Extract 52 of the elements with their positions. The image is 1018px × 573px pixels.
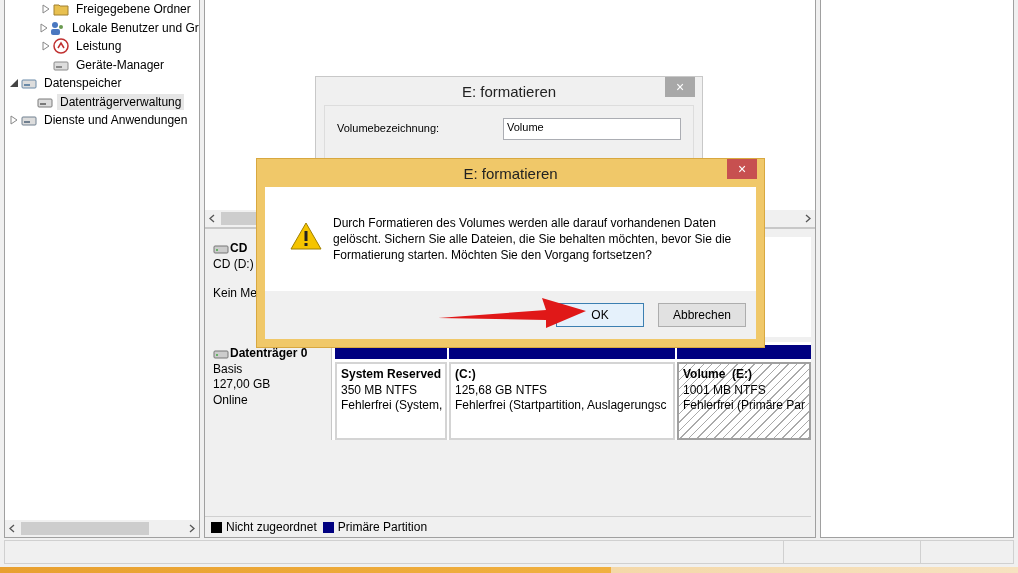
- drive-icon: [213, 347, 229, 360]
- partition-name: Volume (E:): [683, 367, 754, 383]
- scroll-right-icon[interactable]: [189, 524, 195, 533]
- expand-arrow-icon[interactable]: [41, 4, 51, 15]
- partition-size: 350 MB NTFS: [341, 382, 419, 398]
- scroll-left-icon[interactable]: [209, 214, 215, 223]
- partition-block[interactable]: Volume (E:) 1001 MB NTFS Fehlerfrei (Primäre Par: [677, 362, 811, 440]
- window-title: E: formatieren: [463, 164, 558, 182]
- scroll-thumb[interactable]: [21, 522, 149, 535]
- field-label: Volumebezeichnung:: [337, 122, 440, 134]
- users-icon: [49, 19, 65, 36]
- tree-item[interactable]: Leistung: [73, 38, 125, 55]
- partition-status: Fehlerfrei (System,: [341, 398, 441, 414]
- disk-status: Online: [213, 392, 249, 408]
- tree-item[interactable]: Datenspeicher: [41, 75, 125, 92]
- disk-title: Datenträger 0: [230, 346, 308, 362]
- media-status: Kein Me: [213, 286, 259, 302]
- collapse-arrow-icon[interactable]: [9, 78, 19, 89]
- legend-label: Primäre Partition: [337, 520, 428, 534]
- scroll-right-icon[interactable]: [805, 214, 811, 223]
- disk-size: 127,00 GB: [213, 377, 272, 393]
- window-title: E: formatieren: [461, 82, 557, 100]
- partition-name: (C:): [455, 367, 477, 383]
- partition-size: 125,68 GB NTFS: [455, 382, 549, 398]
- gauge-icon: [53, 38, 69, 55]
- warning-icon: [289, 221, 323, 251]
- drive-icon: [213, 242, 229, 255]
- disk-title: CD: [230, 241, 248, 257]
- partition-status: Fehlerfrei (Startpartition, Auslagerungsc: [455, 398, 668, 414]
- expand-arrow-icon[interactable]: [39, 22, 49, 33]
- horizontal-scrollbar[interactable]: [5, 520, 199, 537]
- expand-arrow-icon[interactable]: [9, 115, 19, 126]
- drive-label: CD (D:): [213, 256, 255, 272]
- partition-status: Fehlerfrei (Primäre Par: [683, 398, 805, 414]
- tree-item[interactable]: Geräte-Manager: [73, 56, 168, 73]
- partition-block[interactable]: System Reserved 350 MB NTFS Fehlerfrei (System,: [335, 362, 447, 440]
- tree-item[interactable]: Dienste und Anwendungen: [41, 112, 191, 129]
- close-button[interactable]: ×: [727, 159, 757, 179]
- tree-item[interactable]: Lokale Benutzer und Gr: [69, 19, 199, 36]
- disk-type: Basis: [213, 361, 244, 377]
- tree-item[interactable]: Freigegebene Ordner: [73, 1, 194, 18]
- partition-name: System Reserved: [341, 367, 441, 383]
- partition-block[interactable]: (C:) 125,68 GB NTFS Fehlerfrei (Startpartition, Auslagerungsc: [449, 362, 675, 440]
- dialog-button[interactable]: Abbrechen: [658, 303, 746, 327]
- warning-message: Durch Formatieren des Volumes werden alle darauf vorhandenen Daten gelöscht. Sichern Sie alle Dateien, die Sie behalten möchten, bevor Sie die Formatierung starten. Möchten Sie den Vorgang fortsetzen?: [333, 215, 733, 264]
- tree-item[interactable]: Datenträgerverwaltung: [57, 93, 185, 110]
- input-field[interactable]: Volume: [503, 118, 681, 140]
- expand-arrow-icon[interactable]: [41, 41, 51, 52]
- folder-icon: [53, 1, 69, 18]
- scroll-left-icon[interactable]: [9, 524, 15, 533]
- legend-label: Nicht zugeordnet: [226, 520, 317, 534]
- partition-size: 1001 MB NTFS: [683, 382, 767, 398]
